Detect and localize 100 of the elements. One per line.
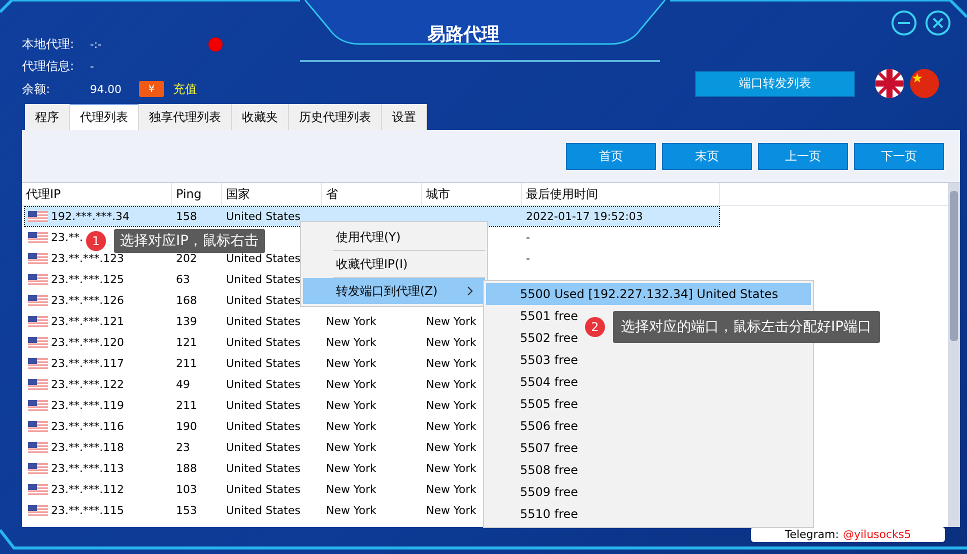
table-cell: 190 — [176, 420, 197, 433]
table-cell: United States — [226, 315, 300, 328]
table-cell: United States — [226, 210, 300, 223]
table-cell: 121 — [176, 336, 197, 349]
table-cell: 153 — [176, 504, 197, 517]
menu-item[interactable]: 5503 free — [486, 349, 811, 371]
table-cell: 23.**.***.122 — [51, 378, 124, 391]
menu-item[interactable]: 5506 free — [486, 415, 811, 437]
table-cell: 23.**.***.126 — [51, 294, 124, 307]
table-cell: 23.**.***.120 — [51, 336, 124, 349]
tab[interactable]: 独享代理列表 — [139, 104, 232, 130]
table-cell: United States — [226, 462, 300, 475]
us-flag-icon — [28, 421, 48, 432]
table-cell: New York — [426, 420, 476, 433]
scrollbar-thumb[interactable] — [950, 191, 958, 341]
table-cell: 23.**.***.123 — [51, 252, 124, 265]
table-cell: 23 — [176, 441, 190, 454]
menu-item[interactable]: 使用代理(Y) — [303, 224, 485, 250]
table-cell: United States — [226, 273, 300, 286]
table-cell: United States — [226, 378, 300, 391]
table-cell: New York — [426, 315, 476, 328]
table-cell: 168 — [176, 294, 197, 307]
table-cell: United States — [226, 294, 300, 307]
tab[interactable]: 程序 — [25, 104, 70, 130]
table-cell: - — [526, 252, 530, 265]
column-header[interactable]: 代理IP — [22, 183, 172, 205]
table-cell: New York — [326, 336, 376, 349]
column-header[interactable]: 城市 — [422, 183, 522, 205]
status-dot-icon — [208, 36, 223, 52]
info-label: 余额: — [22, 80, 52, 98]
menu-item[interactable]: 5505 free — [486, 393, 811, 415]
table-cell: 192.***.***.34 — [51, 210, 130, 223]
us-flag-icon — [28, 442, 48, 453]
table-cell: New York — [326, 399, 376, 412]
tab[interactable]: 历史代理列表 — [289, 104, 382, 130]
table-cell: 23.**.***.113 — [51, 462, 124, 475]
table-cell: New York — [326, 420, 376, 433]
menu-item[interactable]: 5510 free — [486, 503, 811, 525]
info-value: - — [90, 60, 95, 74]
recharge-link[interactable]: 充值 — [173, 80, 197, 98]
column-header[interactable]: 国家 — [222, 183, 322, 205]
tab[interactable]: 设置 — [382, 104, 427, 130]
us-flag-icon — [28, 484, 48, 495]
us-flag-icon — [28, 316, 48, 327]
tab[interactable]: 代理列表 — [70, 104, 139, 130]
telegram-label: Telegram: — [784, 528, 839, 541]
table-cell: New York — [326, 315, 376, 328]
us-flag-icon — [28, 274, 48, 285]
us-flag-icon — [28, 379, 48, 390]
table-cell: 202 — [176, 252, 197, 265]
table-cell: United States — [226, 252, 300, 265]
us-flag-icon — [28, 505, 48, 516]
table-cell: New York — [426, 399, 476, 412]
us-flag-icon — [28, 463, 48, 474]
table-cell: 63 — [176, 273, 190, 286]
table-cell: New York — [426, 378, 476, 391]
menu-item[interactable]: 5504 free — [486, 371, 811, 393]
table-cell: New York — [426, 504, 476, 517]
menu-item[interactable]: 5509 free — [486, 481, 811, 503]
row-highlight[interactable]: 192.***.***.34 158 United States 2022-01-17 19:52:03 — [24, 206, 720, 227]
table-cell: 211 — [176, 399, 197, 412]
menu-item[interactable]: 5500 Used [192.227.132.34] United States — [486, 283, 811, 305]
table-cell: 23.**.***.121 — [51, 315, 124, 328]
table-cell: United States — [226, 420, 300, 433]
us-flag-icon — [28, 400, 48, 411]
menu-item[interactable]: 5507 free — [486, 437, 811, 459]
menu-item[interactable]: 收藏代理IP(I) — [303, 251, 485, 277]
close-icon[interactable] — [925, 10, 951, 36]
column-header[interactable]: 省 — [322, 183, 422, 205]
us-flag-icon — [28, 337, 48, 348]
china-flag-icon[interactable] — [910, 69, 939, 98]
uk-flag-icon[interactable] — [875, 69, 904, 98]
table-cell: United States — [226, 504, 300, 517]
table-cell: New York — [426, 357, 476, 370]
table-cell: New York — [426, 462, 476, 475]
table-cell: United States — [226, 441, 300, 454]
table-cell: 2022-01-17 19:52:03 — [526, 210, 643, 223]
us-flag-icon — [28, 211, 48, 222]
menu-item[interactable]: 转发端口到代理(Z) — [303, 278, 485, 304]
table-cell: New York — [326, 504, 376, 517]
window-title: 易路代理 — [428, 23, 500, 44]
table-cell: 23.**.***.112 — [51, 483, 124, 496]
us-flag-icon — [28, 232, 48, 243]
scrollbar[interactable] — [948, 183, 960, 527]
table-cell: United States — [226, 336, 300, 349]
table-cell: 23.**.***.115 — [51, 504, 124, 517]
table-cell: United States — [226, 399, 300, 412]
tab[interactable]: 收藏夹 — [232, 104, 289, 130]
table-cell: 23.**. — [51, 231, 83, 244]
menu-item[interactable]: 5508 free — [486, 459, 811, 481]
table-cell: 23.**.***.117 — [51, 357, 124, 370]
us-flag-icon — [28, 253, 48, 264]
info-value: -:- — [90, 38, 103, 51]
minimize-icon[interactable] — [891, 10, 917, 36]
column-header[interactable]: 最后使用时间 — [522, 183, 720, 205]
table-cell: New York — [426, 441, 476, 454]
telegram-handle[interactable]: @yilusocks5 — [842, 528, 912, 541]
column-header[interactable]: Ping — [172, 183, 222, 205]
us-flag-icon — [28, 295, 48, 306]
info-value: 94.00 — [90, 82, 122, 96]
